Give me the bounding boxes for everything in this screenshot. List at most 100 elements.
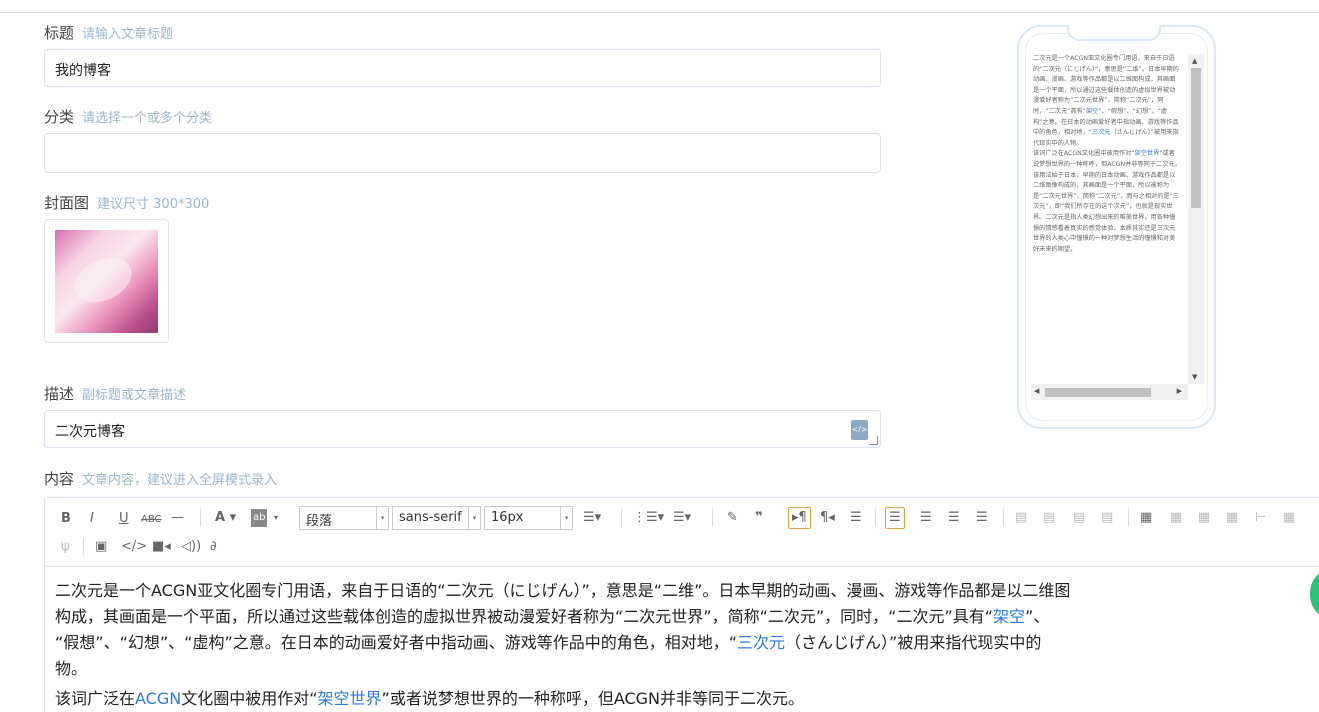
code-icon[interactable]: </> bbox=[121, 538, 147, 556]
image-left-icon[interactable]: ▤ bbox=[1015, 509, 1027, 527]
chevron-down-icon: ▾ bbox=[376, 507, 388, 529]
ltr-icon[interactable]: ▸¶ bbox=[788, 507, 811, 529]
bold-icon[interactable]: B bbox=[61, 510, 71, 528]
image-block-icon[interactable]: ▤ bbox=[1101, 509, 1113, 527]
background-color-dropdown-icon[interactable]: ▾ bbox=[274, 509, 278, 527]
table-row-icon[interactable]: ▦ bbox=[1170, 509, 1182, 527]
table-merge-icon[interactable]: ▦ bbox=[1226, 509, 1238, 527]
content-p2b: 文化圈中被用作对“ bbox=[181, 689, 318, 708]
title-label: 标题 请输入文章标题 bbox=[44, 22, 173, 43]
toolbar-separator bbox=[1128, 508, 1129, 526]
content-hint: 文章内容，建议进入全屏模式录入 bbox=[82, 473, 278, 488]
eraser-icon[interactable]: ✎ bbox=[727, 509, 738, 527]
table-settings-icon[interactable]: ψ bbox=[61, 538, 70, 556]
unordered-list-icon[interactable]: ☰▾ bbox=[673, 509, 691, 527]
desc-label-text: 描述 bbox=[44, 385, 75, 403]
align-right-icon[interactable]: ☰ bbox=[948, 509, 960, 527]
table-split-icon[interactable]: ⊢ bbox=[1255, 509, 1266, 527]
strikethrough-icon[interactable]: ABC bbox=[141, 511, 162, 529]
cover-label-text: 封面图 bbox=[44, 194, 90, 212]
desc-textarea[interactable]: 二次元博客 </> bbox=[44, 410, 881, 448]
table-icon[interactable]: ▦ bbox=[1140, 509, 1152, 527]
paragraph-select-value: 段落 bbox=[306, 514, 333, 529]
title-hint: 请输入文章标题 bbox=[82, 27, 174, 42]
document-icon[interactable]: </> bbox=[851, 420, 868, 440]
scroll-down-icon[interactable]: ▼ bbox=[1192, 373, 1197, 381]
preview-paragraph-2: 该词广泛在ACGN文化圈中被用作对“架空世界”或者说梦想世界的一种称呼，但ACG… bbox=[1033, 149, 1181, 170]
chevron-down-icon: ▾ bbox=[560, 507, 572, 529]
cover-upload[interactable] bbox=[44, 219, 169, 343]
align-center-icon[interactable]: ☰ bbox=[920, 509, 932, 527]
content-p1e: （さんじげん）”被用来指代现实中的 bbox=[785, 633, 1042, 652]
content-label: 内容 文章内容，建议进入全屏模式录入 bbox=[44, 468, 277, 489]
editor-content[interactable]: 二次元是一个ACGN亚文化圈专门用语，来自于日语的“二次元（にじげん）”，意思是… bbox=[55, 578, 1319, 712]
scroll-right-icon[interactable]: ▶ bbox=[1177, 387, 1182, 395]
category-select[interactable] bbox=[44, 133, 881, 173]
italic-icon[interactable]: I bbox=[90, 510, 94, 528]
font-size-select[interactable]: 16px ▾ bbox=[484, 506, 573, 530]
preview-vertical-scrollbar[interactable]: ▲ ▼ bbox=[1188, 54, 1204, 384]
scroll-left-icon[interactable]: ◀ bbox=[1034, 387, 1039, 395]
toolbar-separator bbox=[875, 508, 876, 526]
align-left-icon[interactable]: ☰ bbox=[885, 507, 905, 529]
horizontal-rule-icon[interactable]: — bbox=[171, 509, 184, 527]
scroll-up-icon[interactable]: ▲ bbox=[1192, 57, 1197, 65]
title-input[interactable]: 我的博客 bbox=[44, 49, 881, 87]
content-label-text: 内容 bbox=[44, 470, 75, 488]
preview-link-sanciyuan[interactable]: 三次元 bbox=[1092, 129, 1111, 136]
toolbar-separator bbox=[200, 508, 201, 526]
toolbar-separator bbox=[712, 508, 713, 526]
link-jiakong-shijie[interactable]: 架空世界 bbox=[318, 689, 382, 708]
table-col-icon[interactable]: ▦ bbox=[1198, 509, 1210, 527]
preview-horizontal-scrollbar[interactable]: ◀ ▶ bbox=[1031, 384, 1188, 400]
phone-preview-content: 二次元是一个ACGN亚文化圈专门用语，来自于日语的“二次元（にじげん）”，意思是… bbox=[1033, 54, 1181, 379]
line-height-icon[interactable]: ☰▾ bbox=[583, 509, 601, 527]
rtl-icon[interactable]: ¶◂ bbox=[820, 509, 835, 527]
preview-vertical-thumb[interactable] bbox=[1191, 68, 1201, 208]
rich-text-editor: B I U ABC — A ▾ ab ▾ 段落 ▾ sans-serif ▾ 16p… bbox=[44, 497, 1319, 712]
preview-p2-text: 该词广泛在ACGN文化圈中被用作对“ bbox=[1033, 150, 1135, 158]
paragraph-select[interactable]: 段落 ▾ bbox=[299, 506, 389, 530]
link-icon[interactable]: ∂ bbox=[210, 538, 217, 556]
preview-link-jiakong-shijie[interactable]: 架空世界 bbox=[1135, 150, 1160, 157]
category-hint: 请选择一个或多个分类 bbox=[82, 111, 213, 126]
content-paragraph-2: 该词广泛在ACGN文化圈中被用作对“架空世界”或者说梦想世界的一种称呼，但ACG… bbox=[55, 686, 1319, 712]
link-acgn[interactable]: ACGN bbox=[135, 689, 181, 708]
font-color-icon[interactable]: A ▾ bbox=[215, 509, 236, 527]
align-justify-icon[interactable]: ☰ bbox=[976, 509, 988, 527]
preview-p1-text: 二次元是一个ACGN亚文化圈专门用语，来自于日语的“二次元（にじげん）”，意思是… bbox=[1033, 55, 1179, 115]
title-label-text: 标题 bbox=[44, 24, 75, 42]
link-sanciyuan[interactable]: 三次元 bbox=[737, 633, 785, 652]
content-p2a: 该词广泛在 bbox=[55, 689, 136, 708]
indent-icon[interactable]: ☰ bbox=[850, 509, 862, 527]
preview-paragraph-1: 二次元是一个ACGN亚文化圈专门用语，来自于日语的“二次元（にじげん）”，意思是… bbox=[1033, 54, 1181, 149]
top-divider bbox=[0, 12, 1319, 13]
desc-value: 二次元博客 bbox=[55, 424, 125, 440]
font-family-select[interactable]: sans-serif ▾ bbox=[392, 506, 481, 530]
cover-label: 封面图 建议尺寸 300*300 bbox=[44, 192, 209, 213]
background-color-icon[interactable]: ab bbox=[251, 509, 268, 527]
image-right-icon[interactable]: ▤ bbox=[1043, 509, 1055, 527]
resize-handle-icon[interactable] bbox=[869, 436, 878, 445]
category-label: 分类 请选择一个或多个分类 bbox=[44, 106, 212, 127]
underline-icon[interactable]: U bbox=[119, 510, 129, 528]
desc-label: 描述 副标题或文章描述 bbox=[44, 383, 186, 404]
font-size-select-value: 16px bbox=[491, 510, 524, 525]
quote-icon[interactable]: ❞ bbox=[755, 509, 763, 527]
image-center-icon[interactable]: ▤ bbox=[1073, 509, 1085, 527]
cover-image bbox=[55, 230, 158, 333]
content-paragraph-1: 二次元是一个ACGN亚文化圈专门用语，来自于日语的“二次元（にじげん）”，意思是… bbox=[55, 578, 1319, 682]
video-icon[interactable]: ■◂ bbox=[152, 538, 171, 556]
desc-hint: 副标题或文章描述 bbox=[82, 388, 187, 403]
toolbar-separator bbox=[83, 538, 84, 556]
ordered-list-icon[interactable]: ⋮☰▾ bbox=[633, 509, 664, 527]
image-icon[interactable]: ▣ bbox=[95, 538, 107, 556]
font-family-select-value: sans-serif bbox=[399, 510, 462, 525]
link-jiakong[interactable]: 架空 bbox=[993, 607, 1025, 626]
audio-icon[interactable]: ◁)) bbox=[181, 538, 201, 556]
chevron-down-icon: ▾ bbox=[468, 507, 480, 529]
preview-horizontal-thumb[interactable] bbox=[1045, 388, 1151, 397]
toolbar-separator bbox=[1003, 508, 1004, 526]
preview-link-jiakong[interactable]: 架空 bbox=[1086, 108, 1098, 115]
table-delete-icon[interactable]: ▦ bbox=[1283, 509, 1295, 527]
